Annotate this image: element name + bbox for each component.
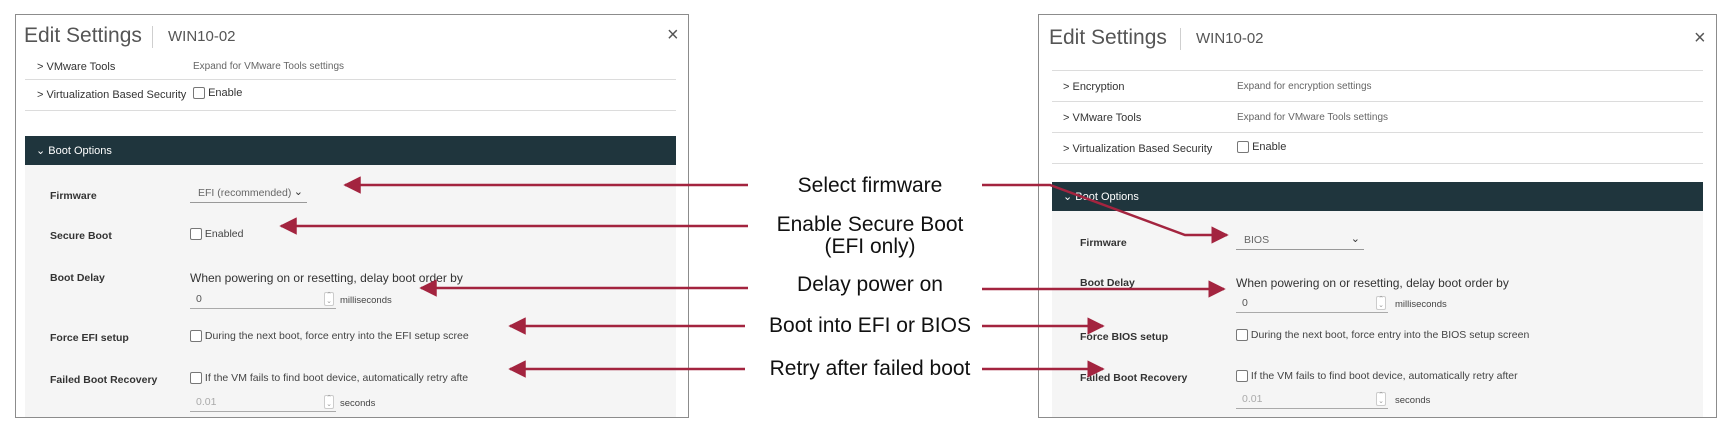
row-value: Expand for encryption settings bbox=[1237, 81, 1372, 92]
vm-name: WIN10-02 bbox=[1196, 30, 1264, 47]
row-label: > VMware Tools bbox=[37, 61, 116, 73]
force-setup-checkbox[interactable] bbox=[1236, 329, 1248, 342]
vbs-enable-label: Enable bbox=[1252, 141, 1287, 153]
boot-delay-input[interactable]: 0 ⌃ ⌄ bbox=[1236, 295, 1388, 313]
row-label: > Virtualization Based Security bbox=[1063, 143, 1213, 155]
secure-boot-checkbox[interactable] bbox=[190, 228, 202, 241]
callout-text: Boot into EFI or BIOS bbox=[769, 314, 971, 337]
retry-delay-input[interactable]: 0.01 ⌃ ⌄ bbox=[190, 394, 336, 412]
firmware-value: BIOS bbox=[1244, 234, 1270, 246]
callout-secure-boot: Enable Secure Boot (EFI only) bbox=[750, 214, 990, 258]
failed-boot-recovery-option[interactable]: If the VM fails to find boot device, aut… bbox=[190, 372, 469, 385]
force-efi-setup-label: Force EFI setup bbox=[50, 332, 129, 344]
retry-delay-value: 0.01 bbox=[196, 396, 217, 408]
vm-name: WIN10-02 bbox=[168, 28, 236, 45]
vbs-checkbox[interactable] bbox=[1237, 141, 1249, 154]
boot-delay-value: 0 bbox=[1242, 297, 1248, 309]
row-label: > Encryption bbox=[1063, 81, 1125, 93]
vbs-enable-option[interactable]: Enable bbox=[1237, 141, 1287, 154]
row-vbs[interactable]: > Virtualization Based Security Enable bbox=[1052, 133, 1703, 164]
callout-boot-into: Boot into EFI or BIOS bbox=[740, 315, 1000, 337]
dialog-header: Edit Settings WIN10-02 × bbox=[16, 15, 688, 61]
boot-options-title: ⌄ Boot Options bbox=[36, 145, 112, 157]
callout-retry: Retry after failed boot bbox=[740, 358, 1000, 380]
stepper-icon[interactable]: ⌃ ⌄ bbox=[1376, 296, 1386, 310]
row-label: > Virtualization Based Security bbox=[37, 89, 187, 101]
edit-settings-dialog-right: Edit Settings WIN10-02 × > Encryption Ex… bbox=[1038, 14, 1717, 418]
callout-text: Select firmware bbox=[797, 174, 943, 197]
row-value: Expand for VMware Tools settings bbox=[1237, 112, 1389, 123]
firmware-select[interactable]: EFI (recommended) ⌄ bbox=[190, 184, 307, 203]
boot-options-panel: Firmware BIOS ⌄ Boot Delay When powering… bbox=[1052, 211, 1703, 417]
settings-list: > VMware Tools Expand for VMware Tools s… bbox=[25, 61, 676, 417]
vbs-checkbox[interactable] bbox=[193, 87, 205, 100]
vbs-enable-option[interactable]: Enable bbox=[193, 87, 243, 100]
row-value: Expand for VMware Tools settings bbox=[193, 61, 345, 72]
close-icon[interactable]: × bbox=[667, 25, 679, 45]
firmware-label: Firmware bbox=[1080, 237, 1127, 249]
secure-boot-label: Secure Boot bbox=[50, 230, 112, 242]
retry-delay-value: 0.01 bbox=[1242, 393, 1263, 405]
row-vbs[interactable]: > Virtualization Based Security Enable bbox=[25, 80, 676, 111]
boot-delay-label: Boot Delay bbox=[50, 272, 105, 284]
settings-list: > Encryption Expand for encryption setti… bbox=[1052, 61, 1703, 417]
secure-boot-option[interactable]: Enabled bbox=[190, 228, 244, 241]
edit-settings-dialog-left: Edit Settings WIN10-02 × > VMware Tools … bbox=[15, 14, 689, 418]
row-vmware-tools[interactable]: > VMware Tools Expand for VMware Tools s… bbox=[25, 61, 676, 80]
chevron-down-icon: ⌄ bbox=[1350, 233, 1360, 245]
title-separator bbox=[152, 26, 153, 48]
row-label: > VMware Tools bbox=[1063, 112, 1142, 124]
callout-text: Retry after failed boot bbox=[769, 357, 971, 380]
boot-delay-input[interactable]: 0 ⌃ ⌄ bbox=[190, 291, 336, 309]
boot-options-panel: Firmware EFI (recommended) ⌄ Secure Boot… bbox=[25, 165, 676, 417]
boot-delay-label: Boot Delay bbox=[1080, 277, 1135, 289]
firmware-value: EFI (recommended) bbox=[198, 187, 292, 199]
row-encryption[interactable]: > Encryption Expand for encryption setti… bbox=[1052, 71, 1703, 102]
force-setup-text: During the next boot, force entry into t… bbox=[204, 330, 469, 342]
boot-options-header[interactable]: ⌄ Boot Options bbox=[1052, 182, 1703, 211]
close-icon[interactable]: × bbox=[1694, 28, 1706, 48]
force-setup-text: During the next boot, force entry into t… bbox=[1250, 329, 1530, 341]
failed-boot-text: If the VM fails to find boot device, aut… bbox=[204, 372, 469, 384]
stepper-icon[interactable]: ⌃ ⌄ bbox=[324, 395, 334, 409]
boot-options-header[interactable]: ⌄ Boot Options bbox=[25, 136, 676, 165]
callout-text: Delay power on bbox=[797, 273, 943, 296]
retry-delay-input[interactable]: 0.01 ⌃ ⌄ bbox=[1236, 391, 1388, 409]
failed-boot-recovery-option[interactable]: If the VM fails to find boot device, aut… bbox=[1236, 370, 1518, 383]
callout-select-firmware: Select firmware bbox=[750, 175, 990, 197]
callout-text-line1: Enable Secure Boot bbox=[776, 213, 964, 236]
stepper-icon[interactable]: ⌃ ⌄ bbox=[1376, 392, 1386, 406]
secure-boot-enabled-label: Enabled bbox=[204, 228, 244, 240]
dialog-title: Edit Settings bbox=[1049, 26, 1167, 49]
dialog-header: Edit Settings WIN10-02 × bbox=[1039, 15, 1716, 61]
force-efi-setup-option[interactable]: During the next boot, force entry into t… bbox=[190, 330, 469, 343]
failed-boot-checkbox[interactable] bbox=[190, 372, 202, 385]
callout-delay-power-on: Delay power on bbox=[750, 274, 990, 296]
vbs-enable-label: Enable bbox=[208, 87, 243, 99]
boot-delay-description: When powering on or resetting, delay boo… bbox=[1236, 276, 1509, 290]
boot-delay-unit: milliseconds bbox=[1395, 299, 1447, 310]
title-separator bbox=[1180, 28, 1181, 50]
retry-delay-unit: seconds bbox=[1395, 395, 1431, 406]
firmware-select[interactable]: BIOS ⌄ bbox=[1236, 231, 1364, 250]
failed-boot-checkbox[interactable] bbox=[1236, 370, 1248, 383]
dialog-title: Edit Settings bbox=[24, 24, 142, 47]
boot-delay-unit: milliseconds bbox=[340, 295, 392, 306]
row-vmware-tools[interactable]: > VMware Tools Expand for VMware Tools s… bbox=[1052, 102, 1703, 133]
chevron-down-icon: ⌄ bbox=[293, 186, 303, 198]
boot-delay-description: When powering on or resetting, delay boo… bbox=[190, 271, 463, 285]
retry-delay-unit: seconds bbox=[340, 398, 376, 409]
boot-delay-value: 0 bbox=[196, 293, 202, 305]
boot-options-title: ⌄ Boot Options bbox=[1063, 191, 1139, 203]
force-setup-checkbox[interactable] bbox=[190, 330, 202, 343]
force-bios-setup-option[interactable]: During the next boot, force entry into t… bbox=[1236, 329, 1530, 342]
failed-boot-text: If the VM fails to find boot device, aut… bbox=[1250, 370, 1518, 382]
force-bios-setup-label: Force BIOS setup bbox=[1080, 331, 1169, 343]
row-divider bbox=[1052, 63, 1703, 71]
failed-boot-recovery-label: Failed Boot Recovery bbox=[50, 374, 158, 386]
callout-text-line2: (EFI only) bbox=[824, 235, 916, 258]
firmware-label: Firmware bbox=[50, 190, 97, 202]
stepper-icon[interactable]: ⌃ ⌄ bbox=[324, 292, 334, 306]
failed-boot-recovery-label: Failed Boot Recovery bbox=[1080, 372, 1188, 384]
